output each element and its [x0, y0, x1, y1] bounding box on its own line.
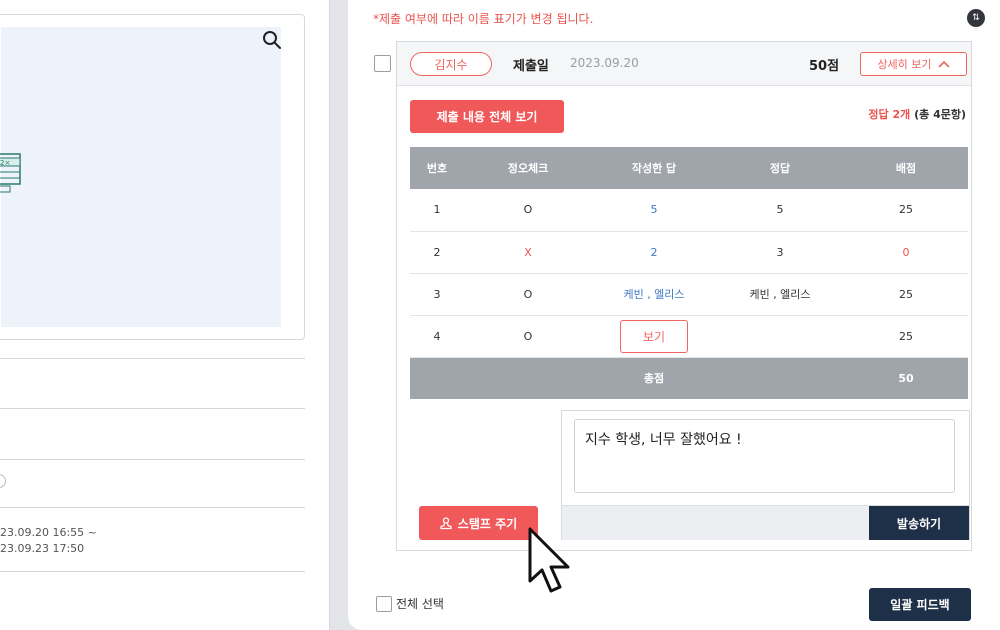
points: 25 — [844, 189, 968, 232]
submit-date: 2023.09.20 — [570, 56, 639, 70]
question-number: 3 — [410, 273, 464, 316]
send-button[interactable]: 발송하기 — [869, 506, 969, 540]
date-range-end: 23.09.23 17:50 — [0, 542, 85, 555]
column-header: 번호 — [410, 147, 464, 189]
table-row: 3 O 케빈 , 엘리스 케빈 , 엘리스 25 — [410, 273, 968, 316]
preview-area — [1, 27, 281, 327]
stamp-icon — [440, 516, 452, 529]
stamp-button-label: 스탬프 주기 — [457, 516, 518, 531]
correct-answer: 케빈 , 엘리스 — [716, 273, 844, 316]
table-header-row: 번호 정오체크 작성한 답 정답 배점 — [410, 147, 968, 189]
grade-table: 번호 정오체크 작성한 답 정답 배점 1 O 5 5 25 2 X 2 3 0… — [410, 147, 968, 399]
column-header: 정답 — [716, 147, 844, 189]
written-answer: 5 — [592, 189, 716, 232]
divider — [0, 358, 305, 359]
view-all-submission-button[interactable]: 제출 내용 전체 보기 — [410, 100, 564, 133]
table-row: 1 O 5 5 25 — [410, 189, 968, 232]
correct-count: 정답 2개 — [868, 108, 911, 121]
empty-cell — [410, 357, 464, 399]
submission-card: 김지수 제출일 2023.09.20 50점 상세히 보기 제출 내용 전체 보… — [396, 41, 972, 551]
total-value: 50 — [844, 357, 968, 399]
check-mark: O — [464, 315, 592, 358]
divider — [0, 507, 305, 508]
column-header: 배점 — [844, 147, 968, 189]
empty-cell — [464, 357, 592, 399]
written-answer: 2 — [592, 231, 716, 274]
chevron-up-icon — [937, 60, 950, 68]
student-name-badge: 김지수 — [410, 52, 492, 76]
table-row: 2 X 2 3 0 — [410, 231, 968, 274]
column-header: 작성한 답 — [592, 147, 716, 189]
written-answer: 케빈 , 엘리스 — [592, 273, 716, 316]
name-notice: *제출 여부에 따라 이름 표기가 변경 됩니다. — [373, 12, 594, 26]
correct-answer — [716, 315, 844, 358]
select-all-checkbox[interactable] — [376, 595, 392, 612]
written-answer-cell: 보기 — [592, 315, 716, 358]
spreadsheet-file-icon: 2× — [0, 150, 26, 196]
preview-box — [0, 14, 305, 340]
question-number: 1 — [410, 189, 464, 232]
detail-button-label: 상세히 보기 — [877, 58, 932, 71]
total-row: 총점 50 — [410, 357, 968, 399]
correct-answer: 3 — [716, 231, 844, 274]
score: 50점 — [809, 59, 840, 74]
check-mark: O — [464, 189, 592, 232]
feedback-input[interactable]: 지수 학생, 너무 잘했어요 ! — [574, 419, 955, 493]
total-label: 총점 — [592, 357, 716, 399]
question-number: 4 — [410, 315, 464, 358]
points: 25 — [844, 273, 968, 316]
left-panel: 2× 23.09.20 16:55 ~ 23.09.23 17:50 — [0, 0, 330, 630]
divider — [0, 571, 305, 572]
select-all[interactable]: 전체 선택 — [376, 595, 444, 612]
view-answer-button[interactable]: 보기 — [620, 319, 688, 353]
give-stamp-button[interactable]: 스탬프 주기 — [419, 506, 538, 540]
feedback-toolbar: 발송하기 — [562, 505, 969, 540]
correct-summary: 정답 2개 (총 4문항) — [868, 106, 966, 122]
points: 0 — [844, 231, 968, 274]
check-mark: O — [464, 273, 592, 316]
empty-cell — [716, 357, 844, 399]
detail-toggle-button[interactable]: 상세히 보기 — [860, 52, 967, 76]
question-number: 2 — [410, 231, 464, 274]
radio-button[interactable] — [0, 474, 6, 488]
column-header: 정오체크 — [464, 147, 592, 189]
question-total: (총 4문항) — [914, 108, 966, 121]
correct-answer: 5 — [716, 189, 844, 232]
date-range-start: 23.09.20 16:55 ~ — [0, 526, 97, 539]
card-header: 김지수 제출일 2023.09.20 50점 상세히 보기 — [397, 42, 971, 86]
check-mark: X — [464, 231, 592, 274]
points: 25 — [844, 315, 968, 358]
feedback-box: 지수 학생, 너무 잘했어요 ! 발송하기 — [561, 410, 970, 540]
submit-date-label: 제출일 — [513, 59, 549, 74]
bulk-feedback-button[interactable]: 일괄 피드백 — [869, 588, 971, 621]
table-row: 4 O 보기 25 — [410, 315, 968, 358]
search-icon[interactable] — [260, 28, 284, 52]
select-all-label: 전체 선택 — [396, 597, 444, 611]
sort-icon[interactable]: ⇅ — [967, 9, 985, 27]
student-checkbox[interactable] — [374, 55, 391, 72]
submission-panel: *제출 여부에 따라 이름 표기가 변경 됩니다. ⇅ 김지수 제출일 2023… — [348, 0, 1000, 630]
divider — [0, 408, 305, 409]
divider — [0, 459, 305, 460]
mouse-pointer-icon — [522, 523, 586, 599]
svg-text:2×: 2× — [0, 159, 10, 167]
